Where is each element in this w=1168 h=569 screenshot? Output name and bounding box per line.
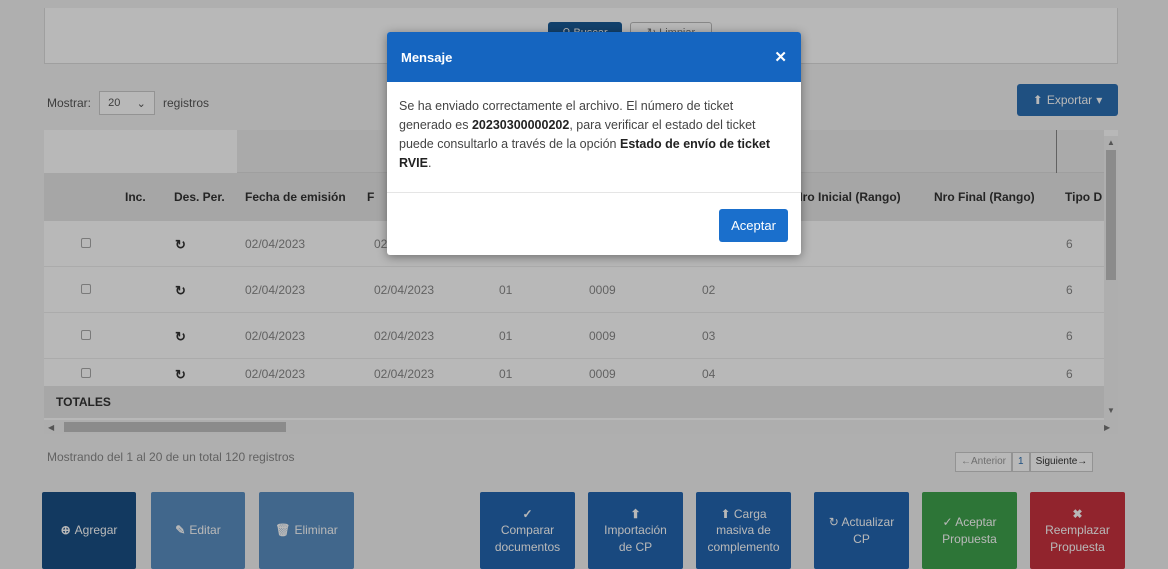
message-dialog: Mensaje ✕ Se ha enviado correctamente el…	[387, 32, 801, 255]
dialog-header: Mensaje ✕	[387, 32, 801, 82]
accept-button[interactable]: Aceptar	[719, 209, 788, 242]
dialog-footer: Aceptar	[387, 193, 801, 255]
dialog-body: Se ha enviado correctamente el archivo. …	[387, 82, 801, 193]
dialog-text-3: .	[427, 156, 432, 170]
close-icon[interactable]: ✕	[774, 48, 787, 66]
ticket-number: 20230300000202	[471, 118, 570, 132]
dialog-title: Mensaje	[401, 49, 453, 65]
